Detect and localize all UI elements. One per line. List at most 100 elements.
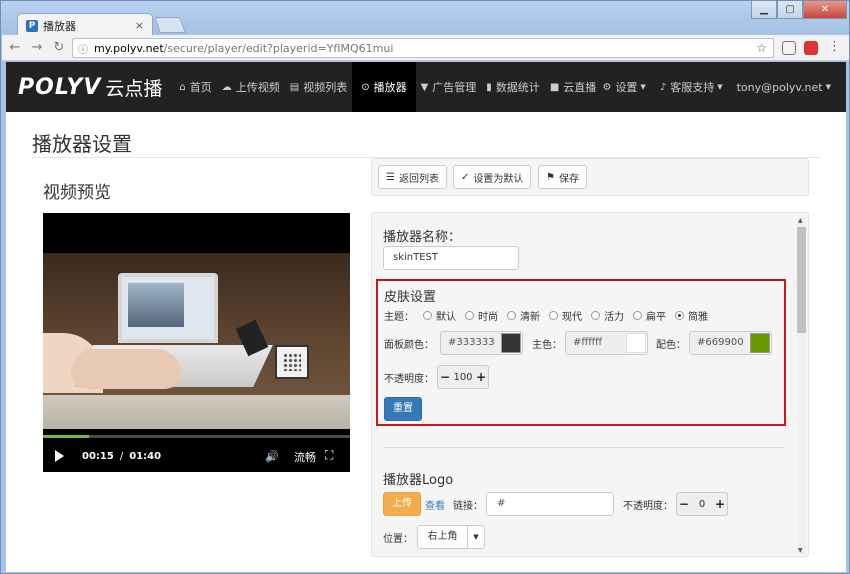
video-hands — [71, 349, 181, 389]
logo-opacity-value[interactable]: 0 — [691, 499, 713, 510]
back-to-list-button[interactable]: ☰ 返回列表 — [378, 165, 447, 189]
main-color-swatch[interactable] — [626, 333, 646, 353]
list-icon: ☰ — [386, 171, 395, 183]
nav-item-video-list[interactable]: ▤ 视频列表 — [285, 62, 352, 112]
nav-item-home[interactable]: ⌂ 首页 — [174, 62, 216, 112]
caret-down-icon[interactable]: ▼ — [468, 526, 484, 548]
forward-arrow-icon[interactable]: → — [28, 40, 46, 55]
theme-radio-group: 主题： 默认 时尚 清新 现代 活力 扁平 简雅 — [384, 308, 708, 323]
url-host: my.polyv.net — [94, 41, 164, 55]
opacity-value[interactable]: 100 — [452, 372, 474, 383]
color-row: 面板颜色： #333333 主色： #ffffff 配色： #669900 — [384, 331, 772, 355]
extension-shield-icon[interactable] — [782, 41, 796, 55]
plus-icon[interactable]: + — [474, 370, 488, 384]
brand-name[interactable]: 云点播 — [105, 74, 162, 101]
video-laptop-screen — [118, 273, 218, 343]
position-select[interactable]: 右上角 ▼ — [417, 525, 485, 549]
video-desk — [43, 395, 350, 429]
reset-button[interactable]: 重置 — [384, 397, 422, 421]
panel-color-swatch[interactable] — [501, 333, 521, 353]
nav-item-stats[interactable]: ▮ 数据统计 — [481, 62, 545, 112]
main-color-value[interactable]: #ffffff — [566, 332, 626, 354]
theme-radio-modern[interactable] — [549, 311, 558, 320]
new-tab-button[interactable] — [154, 17, 186, 33]
plus-icon[interactable]: + — [713, 497, 727, 511]
link-input[interactable]: # — [486, 492, 614, 516]
video-time-separator: / — [119, 450, 124, 462]
position-row: 位置： 右上角 ▼ — [383, 525, 485, 549]
accent-color-swatch[interactable] — [750, 333, 770, 353]
theme-radio-fresh[interactable] — [507, 311, 516, 320]
volume-icon[interactable]: 🔊 — [265, 450, 279, 463]
scrollbar-thumb[interactable] — [797, 227, 806, 333]
theme-option-label: 现代 — [562, 312, 582, 323]
play-icon[interactable] — [55, 450, 64, 462]
view-link[interactable]: 查看 — [425, 497, 445, 512]
brand-logo[interactable]: POLYV — [18, 75, 101, 100]
opacity-label: 不透明度： — [384, 373, 434, 385]
close-window-icon[interactable]: ✕ — [803, 1, 847, 19]
home-icon: ⌂ — [179, 81, 186, 93]
browser-tab[interactable]: P 播放器 × — [17, 13, 153, 37]
reload-icon[interactable]: ↻ — [50, 40, 68, 55]
browser-menu-icon[interactable]: ⋮ — [828, 39, 841, 54]
nav-label: 上传视频 — [235, 81, 280, 94]
url-path: /secure/player/edit?playerid=YfIMQ61mui — [163, 41, 394, 55]
theme-radio-vitality[interactable] — [591, 311, 600, 320]
user-email: tony@polyv.net — [736, 80, 823, 94]
minimize-icon[interactable]: ▁ — [751, 1, 777, 19]
logo-opacity-stepper[interactable]: − 0 + — [676, 492, 728, 516]
video-speaker-cube — [275, 345, 309, 379]
maximize-icon[interactable]: ▢ — [777, 1, 803, 19]
back-arrow-icon[interactable]: ← — [6, 40, 24, 55]
upload-button[interactable]: 上传 — [383, 492, 421, 516]
check-circle-icon: ✓ — [461, 171, 470, 183]
window-controls: ▁ ▢ ✕ — [751, 1, 847, 19]
extension-red-icon[interactable] — [804, 41, 818, 55]
tab-close-icon[interactable]: × — [135, 19, 144, 32]
player-name-input[interactable]: skinTEST — [383, 246, 519, 270]
user-menu[interactable]: tony@polyv.net ▼ — [730, 62, 838, 112]
tab-title: 播放器 — [43, 19, 76, 33]
opacity-stepper[interactable]: − 100 + — [437, 365, 489, 389]
panel-color-picker[interactable]: #333333 — [440, 331, 523, 355]
save-button[interactable]: ⚑ 保存 — [538, 165, 587, 189]
video-laptop-display — [128, 283, 184, 327]
theme-radio-default[interactable] — [423, 311, 432, 320]
minus-icon[interactable]: − — [438, 370, 452, 384]
nav-item-player[interactable]: ⊙ 播放器 — [352, 62, 416, 112]
set-default-button[interactable]: ✓ 设置为默认 — [453, 165, 532, 189]
panel-scrollbar[interactable]: ▲ ▼ — [797, 217, 806, 554]
position-value[interactable]: 右上角 — [418, 526, 468, 548]
theme-radio-fashion[interactable] — [465, 311, 474, 320]
panel-color-label: 面板颜色： — [384, 339, 434, 351]
accent-color-label: 配色： — [656, 339, 686, 351]
support-menu[interactable]: ♪ 客服支持 ▼ — [653, 62, 730, 112]
play-circle-icon: ⊙ — [361, 81, 370, 93]
nav-item-upload[interactable]: ☁ 上传视频 — [217, 62, 285, 112]
video-frame — [43, 253, 350, 429]
nav-label: 云直播 — [563, 81, 597, 94]
quality-button[interactable]: 流畅 — [294, 449, 316, 465]
accent-color-value[interactable]: #669900 — [690, 332, 750, 354]
main-color-picker[interactable]: #ffffff — [565, 331, 648, 355]
bookmark-star-icon[interactable]: ☆ — [756, 41, 767, 55]
settings-menu[interactable]: ⚙ 设置 ▼ — [595, 62, 652, 112]
theme-radio-elegant[interactable] — [675, 311, 684, 320]
video-progress-fill — [43, 435, 90, 438]
scroll-up-icon[interactable]: ▲ — [798, 217, 803, 224]
address-bar[interactable]: ⓘ my.polyv.net /secure/player/edit?playe… — [72, 38, 774, 58]
panel-color-value[interactable]: #333333 — [441, 332, 501, 354]
video-player[interactable]: 00:15 / 01:40 🔊 流畅 ⛶ — [43, 213, 350, 472]
scroll-down-icon[interactable]: ▼ — [798, 547, 803, 554]
video-progress-bar[interactable] — [43, 435, 350, 438]
logo-section-title: 播放器Logo — [383, 473, 454, 488]
theme-radio-flat[interactable] — [633, 311, 642, 320]
minus-icon[interactable]: − — [677, 497, 691, 511]
nav-item-ads[interactable]: ▼ 广告管理 — [416, 62, 482, 112]
settings-panel[interactable]: 播放器名称： skinTEST 皮肤设置 主题： 默认 时尚 清新 现代 活力 … — [371, 212, 809, 557]
accent-color-picker[interactable]: #669900 — [689, 331, 772, 355]
nav-item-live[interactable]: ■ 云直播 — [545, 62, 601, 112]
page-info-icon[interactable]: ⓘ — [78, 41, 88, 56]
fullscreen-icon[interactable]: ⛶ — [325, 448, 333, 463]
